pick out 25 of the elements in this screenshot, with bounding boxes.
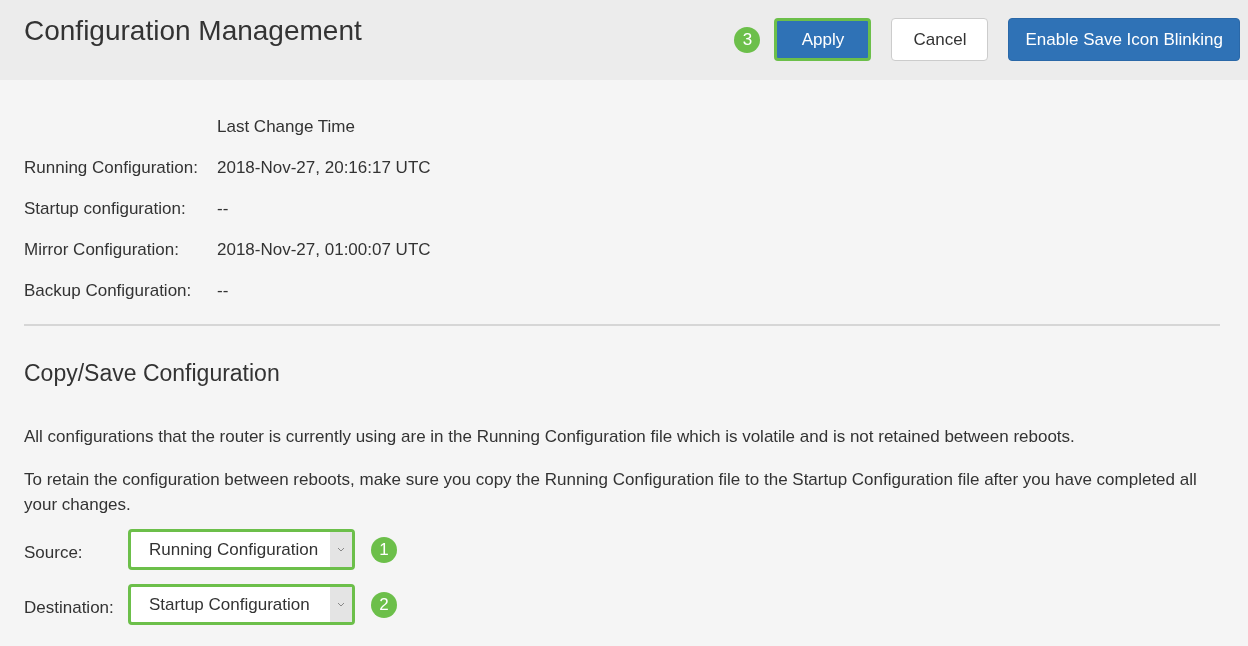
primary-button[interactable]: Apply	[774, 18, 872, 61]
caret-icon	[337, 547, 345, 552]
column-header: Last Change Time	[217, 116, 356, 137]
field-label: Backup Configuration:	[24, 280, 193, 301]
field-label: Source:	[24, 541, 84, 563]
field-label: Running Configuration:	[24, 157, 199, 178]
step-badge: 2	[371, 591, 397, 618]
dropdown-select[interactable]: Running Configuration	[128, 529, 355, 570]
field-value: --	[217, 198, 230, 219]
description-text: To retain the configuration between reboots, make sure you copy the Running Configuration file to the Startup Configuration file after you have completed all your changes.	[24, 469, 1198, 516]
field-value: 2018-Nov-27, 01:00:07 UTC	[217, 239, 432, 260]
page-title: Configuration Management	[24, 15, 362, 47]
caret-icon	[337, 602, 345, 607]
field-value: 2018-Nov-27, 20:16:17 UTC	[217, 157, 432, 178]
cancel-button[interactable]: Cancel	[891, 18, 989, 61]
dropdown-select[interactable]: Startup Configuration	[128, 584, 355, 625]
field-value: --	[217, 280, 230, 301]
primary-button[interactable]: Enable Save Icon Blinking	[1008, 18, 1240, 61]
description-text: All configurations that the router is currently using are in the Running Configuration file which is volatile and is not retained between reboots.	[24, 426, 1076, 448]
step-badge: 1	[371, 536, 397, 563]
field-label: Destination:	[24, 596, 115, 618]
field-label: Mirror Configuration:	[24, 239, 180, 260]
field-label: Startup configuration:	[24, 198, 187, 219]
step-badge: 3	[734, 26, 761, 53]
section-heading: Copy/Save Configuration	[24, 360, 281, 387]
